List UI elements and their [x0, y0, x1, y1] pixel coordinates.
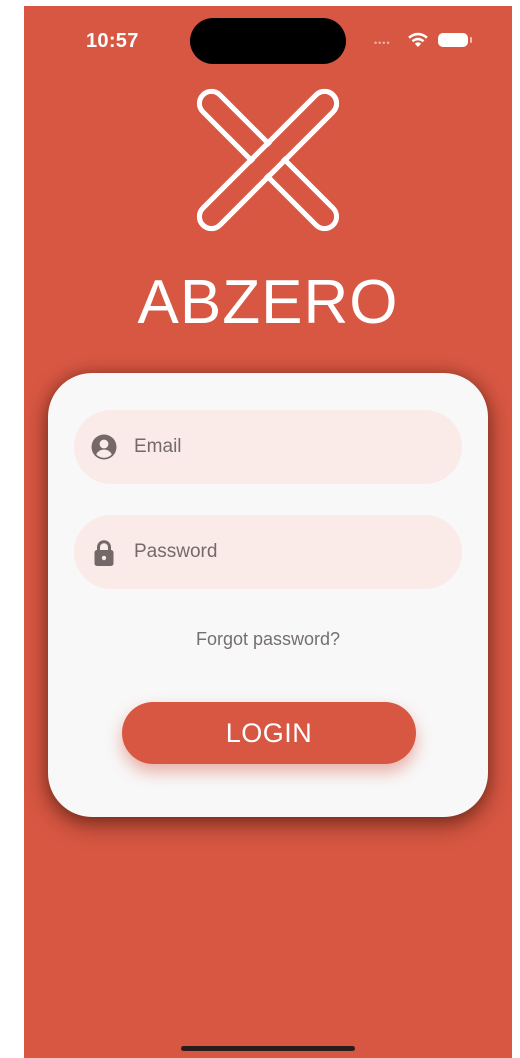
password-input[interactable]	[134, 515, 444, 589]
login-card: Forgot password? LOGIN	[48, 373, 488, 817]
dynamic-island	[190, 18, 346, 64]
home-indicator	[181, 1046, 355, 1051]
email-field-container	[74, 410, 462, 484]
password-field-container	[74, 515, 462, 589]
wifi-icon	[408, 32, 428, 47]
lock-icon	[94, 540, 114, 566]
x-logo-icon	[196, 88, 340, 232]
forgot-password-link[interactable]: Forgot password?	[48, 629, 488, 650]
signal-dots: ••••	[374, 38, 391, 48]
battery-icon	[438, 33, 472, 47]
status-time: 10:57	[86, 30, 139, 52]
login-button[interactable]: LOGIN	[122, 702, 416, 764]
app-screen: 10:57 •••• ABZERO Email Forgot password?…	[24, 6, 512, 1058]
email-input[interactable]	[134, 410, 444, 484]
brand-name: ABZERO	[137, 268, 399, 337]
account-circle-icon	[91, 434, 117, 460]
